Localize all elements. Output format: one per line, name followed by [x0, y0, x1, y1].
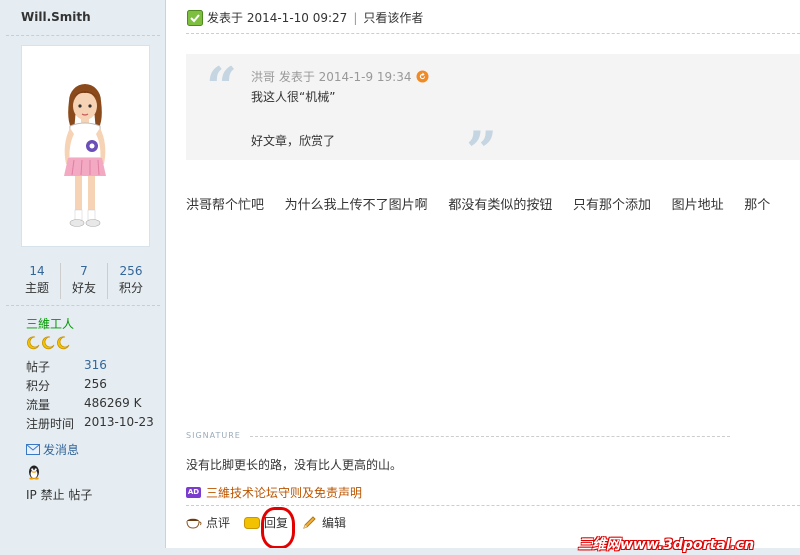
post-header: 发表于 2014-1-10 09:27 | 只看该作者	[187, 9, 423, 26]
info-row-points: 积分 256	[26, 377, 154, 396]
coffee-cup-icon	[186, 518, 202, 529]
moon-icon	[27, 336, 40, 350]
qq-penguin-icon	[29, 465, 39, 480]
divider	[186, 33, 800, 34]
author-sidebar: Will.Smith 14 主题 7 好友 256 积分 三維工人 帖子 316…	[0, 0, 166, 555]
send-message-link[interactable]: 发消息	[26, 441, 79, 458]
signature-label: SIGNATURE	[186, 431, 241, 440]
info-key: 积分	[26, 379, 51, 393]
info-row-posts: 帖子 316	[26, 358, 154, 377]
signature-text: 没有比脚更长的路，没有比人更高的山。	[186, 458, 403, 472]
stat-threads[interactable]: 14 主题	[14, 263, 60, 299]
only-author-link[interactable]: 只看该作者	[363, 9, 423, 26]
info-key: 流量	[26, 398, 51, 412]
forum-rules-label: 三維技术论坛守则及免责声明	[206, 486, 363, 500]
info-value: 2013-10-23	[84, 415, 154, 429]
stat-value: 7	[80, 264, 88, 278]
avatar[interactable]	[21, 45, 150, 247]
stat-friends[interactable]: 7 好友	[60, 263, 107, 299]
edit-button[interactable]: 编辑	[302, 514, 346, 531]
info-row-traffic: 流量 486269 K	[26, 396, 154, 415]
rank-stars	[26, 336, 70, 350]
comment-label: 点评	[206, 516, 231, 530]
divider	[6, 35, 160, 36]
jump-to-post-icon[interactable]	[416, 70, 429, 83]
user-group[interactable]: 三維工人	[26, 315, 74, 332]
open-quote-mark: “	[206, 55, 238, 119]
moderation-links[interactable]: IP 禁止 帖子	[26, 486, 92, 503]
quote-author: 洪哥 发表于 2014-1-9 19:34	[251, 68, 429, 85]
edit-label: 编辑	[322, 516, 347, 530]
author-username[interactable]: Will.Smith	[21, 10, 91, 24]
pipe-separator: |	[353, 10, 358, 25]
info-key: 注册时间	[26, 417, 75, 431]
send-message-label: 发消息	[43, 443, 80, 457]
red-annotation-circle	[261, 507, 295, 549]
info-value: 256	[84, 377, 107, 391]
reply-icon	[244, 516, 261, 529]
divider	[6, 305, 160, 306]
stat-label: 好友	[71, 281, 96, 295]
post-content: 发表于 2014-1-10 09:27 | 只看该作者 “ 洪哥 发表于 201…	[166, 0, 800, 555]
stat-label: 积分	[118, 281, 143, 295]
forum-rules-link[interactable]: AD 三維技术论坛守则及免责声明	[186, 484, 362, 501]
pencil-icon	[303, 515, 316, 529]
quote-author-text: 洪哥 发表于 2014-1-9 19:34	[251, 70, 412, 84]
online-status-icon	[187, 9, 203, 26]
moon-icon	[57, 336, 70, 350]
quote-block: “ 洪哥 发表于 2014-1-9 19:34 我这人很“机械” 好文章，欣赏了…	[186, 54, 800, 178]
quote-line: 好文章，欣赏了	[251, 134, 336, 148]
stat-points[interactable]: 256 积分	[107, 263, 154, 299]
stat-value: 14	[29, 264, 45, 278]
post-message: 洪哥帮个忙吧 为什么我上传不了图片啊 都没有类似的按钮 只有那个添加 图片地址 …	[186, 198, 771, 213]
divider	[186, 505, 800, 506]
envelope-icon	[26, 444, 40, 455]
avatar-figure	[64, 84, 106, 227]
info-value[interactable]: 316	[84, 358, 107, 377]
info-value: 486269 K	[84, 396, 142, 410]
stat-value: 256	[119, 264, 143, 278]
info-key: 帖子	[26, 360, 51, 374]
qq-icon[interactable]	[26, 464, 42, 483]
ad-icon: AD	[186, 487, 201, 498]
quote-line: 我这人很“机械”	[251, 90, 336, 104]
author-info: 帖子 316 积分 256 流量 486269 K 注册时间 2013-10-2…	[26, 358, 154, 434]
comment-button[interactable]: 点评	[186, 514, 230, 531]
signature-divider	[250, 436, 730, 437]
info-row-registered: 注册时间 2013-10-23	[26, 415, 154, 434]
post-time: 发表于 2014-1-10 09:27	[207, 11, 348, 25]
author-stats: 14 主题 7 好友 256 积分	[14, 263, 154, 299]
site-watermark: 三维网www.3dportal.cn	[578, 537, 755, 553]
close-quote-mark: ”	[466, 119, 498, 183]
moon-icon	[42, 336, 55, 350]
stat-label: 主题	[24, 281, 49, 295]
